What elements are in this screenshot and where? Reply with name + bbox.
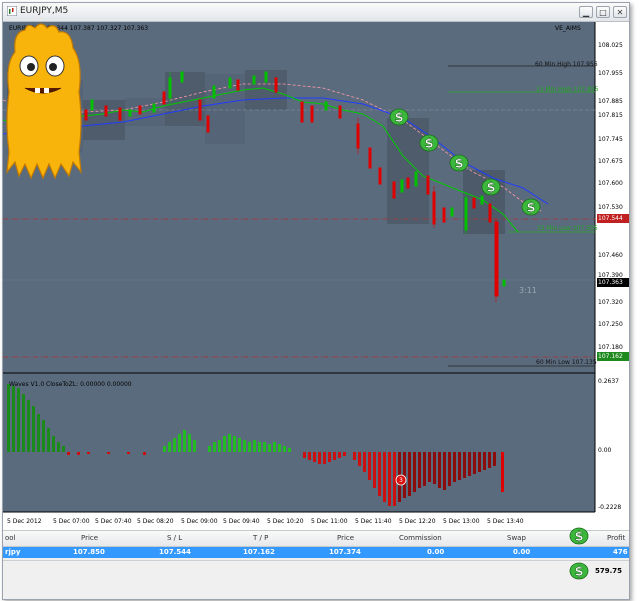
price-axis-label: 107.955 — [598, 70, 623, 77]
trade-table-row[interactable]: rjpy 107.850 107.544 107.162 107.374 0.0… — [3, 547, 629, 558]
price-axis-label: 107.180 — [598, 344, 623, 351]
oscillator-axis-top: 0.2637 — [598, 378, 619, 385]
trade-table-header: ool Price S / L T / P Price Commission S… — [3, 530, 629, 547]
trade-open-price: 107.850 — [73, 548, 105, 556]
price-axis-label: 107.745 — [598, 136, 623, 143]
trade-symbol: rjpy — [5, 548, 21, 556]
take-profit-price-tag: 107.162 — [597, 352, 629, 361]
column-header-profit[interactable]: Profit — [607, 534, 625, 542]
time-axis-label: 5 Dec 10:20 — [267, 518, 304, 525]
oscillator-header: Waves V1.0 CloseToZL: 0.00000 0.00000 — [9, 381, 132, 388]
maximize-button[interactable]: □ — [596, 6, 610, 18]
price-chart[interactable]: EURJPY,M5 107.344 107.387 107.327 107.36… — [3, 22, 629, 530]
chart-window: EURJPY,M5 ▁ □ ✕ EURJPY,M5 107.344 107.38… — [2, 2, 630, 600]
h60-high-label: 60 Min High 107.956 — [535, 61, 598, 68]
svg-text:$: $ — [394, 111, 403, 126]
svg-text:$: $ — [486, 181, 495, 196]
price-axis-label: 107.885 — [598, 98, 623, 105]
trade-commission: 0.00 — [427, 548, 445, 556]
chart-canvas[interactable] — [3, 22, 629, 530]
time-axis-label: 5 Dec 13:00 — [443, 518, 480, 525]
trade-swap: 0.00 — [513, 548, 531, 556]
trade-current-price: 107.374 — [329, 548, 361, 556]
dollar-icon: $ — [449, 154, 469, 172]
svg-text:$: $ — [574, 530, 583, 545]
window-titlebar[interactable]: EURJPY,M5 ▁ □ ✕ — [3, 3, 629, 22]
balance-total: 579.75 — [595, 567, 623, 575]
m15-high-label: 15 Min High 107.855 — [536, 86, 599, 93]
price-axis-label: 107.320 — [598, 299, 623, 306]
oscillator-marker-number: 3 — [399, 477, 403, 484]
dollar-icon: $ — [521, 198, 541, 216]
time-axis-label: 5 Dec 09:40 — [223, 518, 260, 525]
trade-take-profit: 107.162 — [243, 548, 275, 556]
time-axis-label: 5 Dec 07:00 — [53, 518, 90, 525]
stop-loss-price-tag: 107.544 — [597, 214, 629, 223]
price-axis-label: 108.025 — [598, 42, 623, 49]
dollar-icon: $ — [569, 562, 589, 580]
price-axis-label: 107.460 — [598, 252, 623, 259]
window-title: EURJPY,M5 — [20, 6, 69, 16]
indicator-name-label: VE_AIMS — [555, 25, 581, 32]
price-axis-label: 107.675 — [598, 158, 623, 165]
dollar-icon: $ — [569, 527, 589, 545]
svg-text:$: $ — [526, 201, 535, 216]
column-header-swap[interactable]: Swap — [507, 534, 526, 542]
chart-window-icon — [7, 6, 17, 16]
trade-profit: 476 — [613, 548, 628, 556]
m15-low-label: 15 Min Low 107.505 — [537, 225, 598, 232]
column-header-commission[interactable]: Commission — [399, 534, 442, 542]
bar-countdown-label: 3:11 — [519, 286, 537, 295]
column-header-stop-loss[interactable]: S / L — [167, 534, 182, 542]
minimize-button[interactable]: ▁ — [579, 6, 593, 18]
dollar-icon: $ — [481, 178, 501, 196]
column-header-current-price[interactable]: Price — [337, 534, 354, 542]
price-axis-label: 107.250 — [598, 321, 623, 328]
trade-stop-loss: 107.544 — [159, 548, 191, 556]
oscillator-axis-mid: 0.00 — [598, 447, 612, 454]
time-axis-label: 5 Dec 07:40 — [95, 518, 132, 525]
current-price-tag: 107.363 — [597, 278, 629, 287]
monster-mascot-icon — [6, 23, 82, 180]
h60-low-label: 60 Min Low 107.135 — [536, 359, 597, 366]
column-header-take-profit[interactable]: T / P — [253, 534, 268, 542]
price-axis-label: 107.815 — [598, 112, 623, 119]
time-axis-label: 5 Dec 2012 — [7, 518, 42, 525]
time-axis-label: 5 Dec 13:40 — [487, 518, 524, 525]
price-axis-label: 107.530 — [598, 204, 623, 211]
oscillator-histogram — [7, 384, 504, 506]
svg-text:$: $ — [574, 565, 583, 580]
time-axis-label: 5 Dec 08:20 — [137, 518, 174, 525]
oscillator-axis-bottom: -0.2228 — [598, 504, 622, 511]
close-button[interactable]: ✕ — [613, 6, 627, 18]
balance-row: $ 579.75 — [3, 560, 629, 581]
time-axis-label: 5 Dec 12:20 — [399, 518, 436, 525]
column-header-open-price[interactable]: Price — [81, 534, 98, 542]
svg-text:$: $ — [424, 137, 433, 152]
time-axis-label: 5 Dec 09:00 — [181, 518, 218, 525]
price-axis-label: 107.600 — [598, 180, 623, 187]
time-axis-label: 5 Dec 11:40 — [355, 518, 392, 525]
time-axis-label: 5 Dec 11:00 — [311, 518, 348, 525]
svg-text:$: $ — [454, 157, 463, 172]
dollar-icon: $ — [389, 108, 409, 126]
dollar-icon: $ — [419, 134, 439, 152]
column-header-symbol[interactable]: ool — [5, 534, 16, 542]
